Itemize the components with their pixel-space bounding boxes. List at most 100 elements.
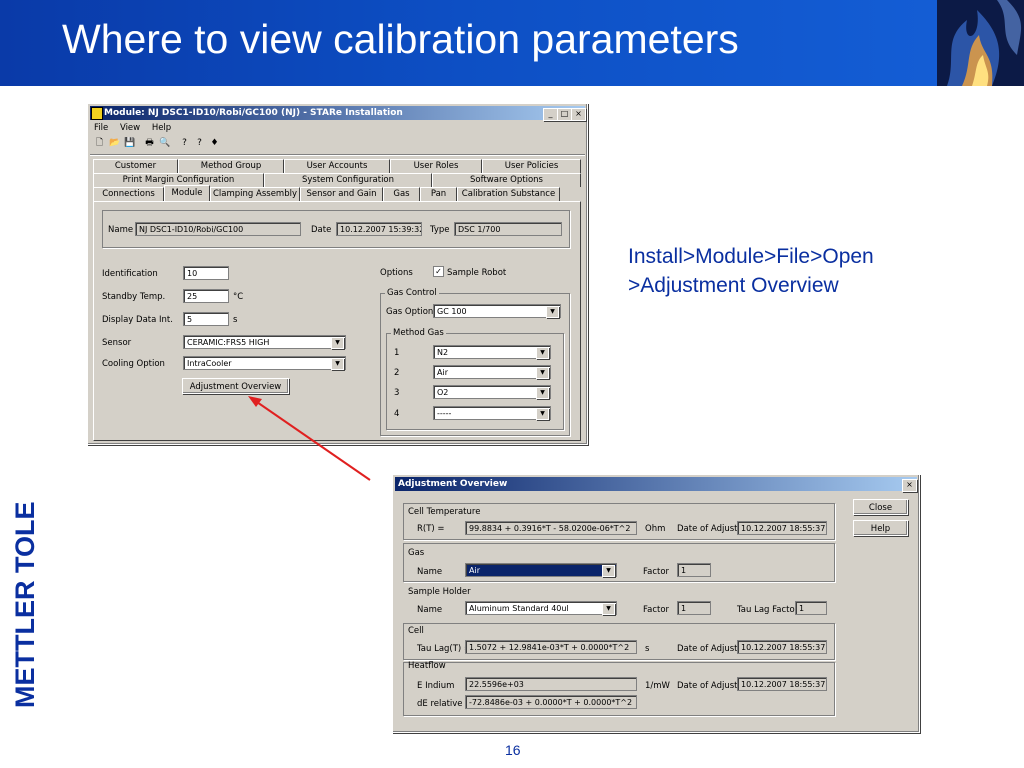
menu-file[interactable]: File — [94, 123, 108, 133]
rt-field: 99.8834 + 0.3916*T - 58.0200e-06*T^2 — [465, 521, 637, 535]
chevron-down-icon[interactable]: ▼ — [602, 565, 615, 577]
toolbar-divider — [90, 154, 585, 156]
tab-connections[interactable]: Connections — [93, 187, 164, 201]
cooling-option-dropdown[interactable]: IntraCooler ▼ — [183, 356, 346, 370]
date-label: Date — [311, 225, 332, 235]
rt-date-label: Date of Adjust. — [677, 524, 741, 534]
tab-method-group[interactable]: Method Group — [178, 159, 284, 173]
sample-holder-label: Sample Holder — [408, 587, 471, 597]
display-data-unit: s — [233, 315, 238, 325]
chevron-down-icon[interactable]: ▼ — [536, 347, 549, 359]
maximize-button[interactable]: □ — [557, 108, 572, 121]
module-window-titlebar[interactable]: Module: NJ DSC1-ID10/Robi/GC100 (NJ) - S… — [90, 106, 585, 120]
method-gas-4-value: ----- — [437, 409, 452, 418]
de-relative-label: dE relative — [417, 699, 463, 709]
tab-sensor-and-gain[interactable]: Sensor and Gain — [300, 187, 383, 201]
gas-option-label: Gas Option — [386, 307, 434, 317]
standby-temp-field[interactable]: 25 — [183, 289, 229, 303]
tab-user-policies[interactable]: User Policies — [482, 159, 581, 173]
standby-temp-unit: °C — [233, 292, 244, 302]
chevron-down-icon[interactable]: ▼ — [536, 367, 549, 379]
display-data-label: Display Data Int. — [102, 315, 173, 325]
holder-factor-label: Factor — [643, 605, 670, 615]
chevron-down-icon[interactable]: ▼ — [331, 358, 344, 370]
toolbar: 🗋 📂 💾 🖶 🔍 ? ? ♦ — [92, 136, 262, 152]
page-number: 16 — [505, 742, 521, 758]
tab-system-configuration[interactable]: System Configuration — [264, 173, 432, 187]
options-label: Options — [380, 268, 413, 278]
holder-name-dropdown[interactable]: Aluminum Standard 40ul ▼ — [465, 601, 617, 615]
e-indium-field: 22.5596e+03 — [465, 677, 637, 691]
gas-option-dropdown[interactable]: GC 100 ▼ — [433, 304, 561, 318]
standby-temp-label: Standby Temp. — [102, 292, 166, 302]
instruction-note: Install>Module>File>Open >Adjustment Ove… — [628, 242, 874, 300]
cell-temperature-label: Cell Temperature — [408, 507, 481, 517]
menu-view[interactable]: View — [120, 123, 140, 133]
print-icon[interactable]: 🖶 — [144, 138, 155, 149]
new-file-icon[interactable]: 🗋 — [94, 138, 105, 149]
method-gas-2-dropdown[interactable]: Air ▼ — [433, 365, 551, 379]
identification-field[interactable]: 10 — [183, 266, 229, 280]
mettler-toledo-logo: METTLER TOLEDO — [10, 500, 40, 708]
chevron-down-icon[interactable]: ▼ — [331, 337, 344, 349]
tab-calibration-substance[interactable]: Calibration Substance — [457, 187, 560, 201]
tab-module[interactable]: Module — [164, 185, 210, 201]
svg-text:METTLER TOLEDO: METTLER TOLEDO — [10, 500, 40, 708]
instruction-line-2: >Adjustment Overview — [628, 274, 839, 297]
method-gas-1-value: N2 — [437, 348, 449, 357]
gas-name-label: Name — [417, 567, 443, 577]
sample-robot-label: Sample Robot — [447, 268, 507, 278]
e-date-field: 10.12.2007 18:55:37 — [737, 677, 827, 691]
chevron-down-icon[interactable]: ▼ — [602, 603, 615, 615]
close-button[interactable]: × — [902, 479, 917, 492]
holder-name-label: Name — [417, 605, 443, 615]
tab-software-options[interactable]: Software Options — [432, 173, 581, 187]
method-gas-4-label: 4 — [394, 409, 400, 419]
type-label: Type — [430, 225, 450, 235]
open-folder-icon[interactable]: 📂 — [109, 138, 120, 149]
sensor-label: Sensor — [102, 338, 132, 348]
chevron-down-icon[interactable]: ▼ — [536, 408, 549, 420]
menu-help[interactable]: Help — [152, 123, 171, 133]
help-icon[interactable]: ? — [179, 138, 190, 149]
tab-customer[interactable]: Customer — [93, 159, 178, 173]
tab-pan[interactable]: Pan — [420, 187, 457, 201]
app-icon — [91, 107, 103, 120]
slide-title: Where to view calibration parameters — [62, 16, 739, 62]
method-gas-3-dropdown[interactable]: O2 ▼ — [433, 385, 551, 399]
context-help-icon[interactable]: ? — [194, 138, 205, 149]
tab-clamping-assembly[interactable]: Clamping Assembly — [210, 187, 300, 201]
cooling-option-label: Cooling Option — [102, 359, 165, 369]
chevron-down-icon[interactable]: ▼ — [536, 387, 549, 399]
minimize-button[interactable]: _ — [543, 108, 558, 121]
settings-icon[interactable]: ♦ — [209, 138, 220, 149]
sample-robot-checkbox[interactable]: ✓ — [433, 266, 444, 277]
close-button[interactable]: Close — [853, 499, 908, 515]
name-label: Name — [108, 225, 134, 235]
gas-factor-label: Factor — [643, 567, 670, 577]
gas-control-label: Gas Control — [385, 288, 439, 298]
print-preview-icon[interactable]: 🔍 — [159, 138, 170, 149]
method-gas-4-dropdown[interactable]: ----- ▼ — [433, 406, 551, 420]
cell-label: Cell — [408, 626, 424, 636]
tab-gas[interactable]: Gas — [383, 187, 420, 201]
tab-user-accounts[interactable]: User Accounts — [284, 159, 390, 173]
gas-name-value: Air — [469, 566, 480, 575]
save-icon[interactable]: 💾 — [124, 138, 135, 149]
rt-unit: Ohm — [645, 524, 666, 534]
method-gas-3-label: 3 — [394, 388, 400, 398]
tau-lag-factor-label: Tau Lag Factor — [737, 605, 799, 615]
gas-name-dropdown[interactable]: Air ▼ — [465, 563, 617, 577]
help-button[interactable]: Help — [853, 520, 908, 536]
close-button[interactable]: × — [571, 108, 586, 121]
instruction-line-1: Install>Module>File>Open — [628, 245, 874, 268]
method-gas-1-dropdown[interactable]: N2 ▼ — [433, 345, 551, 359]
e-indium-label: E Indium — [417, 681, 455, 691]
adjustment-window-titlebar[interactable]: Adjustment Overview — [395, 477, 917, 491]
display-data-field[interactable]: 5 — [183, 312, 229, 326]
e-date-label: Date of Adjust. — [677, 681, 741, 691]
type-field: DSC 1/700 — [454, 222, 562, 236]
tab-user-roles[interactable]: User Roles — [390, 159, 482, 173]
chevron-down-icon[interactable]: ▼ — [546, 306, 559, 318]
sensor-dropdown[interactable]: CERAMIC:FRS5 HIGH ▼ — [183, 335, 346, 349]
